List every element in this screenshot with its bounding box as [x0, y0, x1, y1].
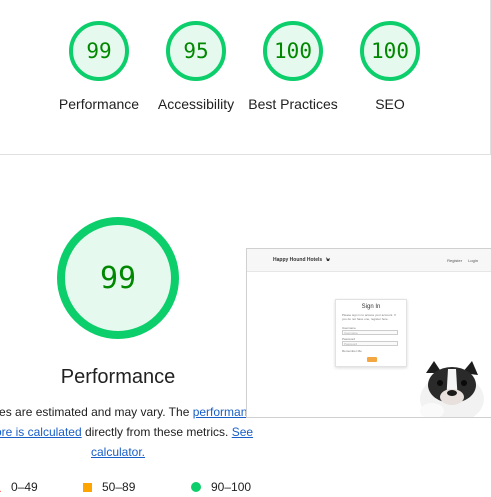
screenshot-username-field: Username	[342, 330, 398, 335]
gauge-best-practices[interactable]: 100	[261, 19, 325, 83]
main-performance-gauge: 99	[54, 214, 182, 342]
screenshot-nav-links: Register Login	[442, 258, 478, 263]
screenshot-card-text: Please sign in to access your account. I…	[342, 313, 396, 321]
category-label-seo: SEO	[375, 96, 405, 112]
triangle-icon	[0, 482, 1, 492]
screenshot-submit-button	[367, 357, 377, 362]
final-screenshot-thumbnail[interactable]: Happy Hound Hotels Register Login Sign I…	[246, 248, 491, 418]
gauge-score: 95	[183, 39, 209, 63]
performance-title: Performance	[60, 366, 176, 388]
legend-range-pass: 90–100	[211, 480, 252, 494]
screenshot-navbar: Happy Hound Hotels Register Login	[247, 249, 491, 272]
description-text-middle: directly from these metrics.	[81, 425, 232, 439]
legend-range-average: 50–89	[102, 480, 136, 494]
dog-logo-icon	[326, 257, 330, 261]
screenshot-signin-card: Sign In Please sign in to access your ac…	[335, 299, 407, 367]
gauge-accessibility[interactable]: 95	[164, 19, 228, 83]
legend-fail: 0–49	[0, 480, 38, 494]
circle-icon	[191, 482, 201, 492]
gauge-seo[interactable]: 100	[358, 19, 422, 83]
description-text: Values are estimated and may vary. The	[0, 405, 190, 419]
gauge-performance[interactable]: 99	[67, 19, 131, 83]
screenshot-nav-login: Login	[468, 258, 478, 263]
gauge-score: 100	[274, 39, 312, 63]
gauge-score: 99	[86, 39, 112, 63]
square-icon	[83, 482, 92, 492]
category-label-accessibility: Accessibility	[157, 96, 235, 112]
legend-range-fail: 0–49	[11, 480, 38, 494]
screenshot-password-field: Password	[342, 341, 398, 346]
main-gauge-score: 99	[99, 260, 137, 296]
french-bulldog-image	[420, 361, 484, 417]
legend-average: 50–89	[83, 480, 135, 494]
gauge-score: 100	[371, 39, 409, 63]
screenshot-nav-register: Register	[447, 258, 463, 263]
screenshot-remember-label: Remember Me	[342, 349, 362, 353]
category-label-best-practices: Best Practices	[248, 96, 338, 112]
section-divider	[0, 154, 491, 155]
screenshot-brand: Happy Hound Hotels	[273, 257, 323, 263]
legend-pass: 90–100	[191, 480, 251, 494]
category-label-performance: Performance	[58, 96, 140, 112]
score-description: Values are estimated and may vary. The p…	[0, 402, 266, 462]
screenshot-card-title: Sign In	[361, 304, 381, 310]
